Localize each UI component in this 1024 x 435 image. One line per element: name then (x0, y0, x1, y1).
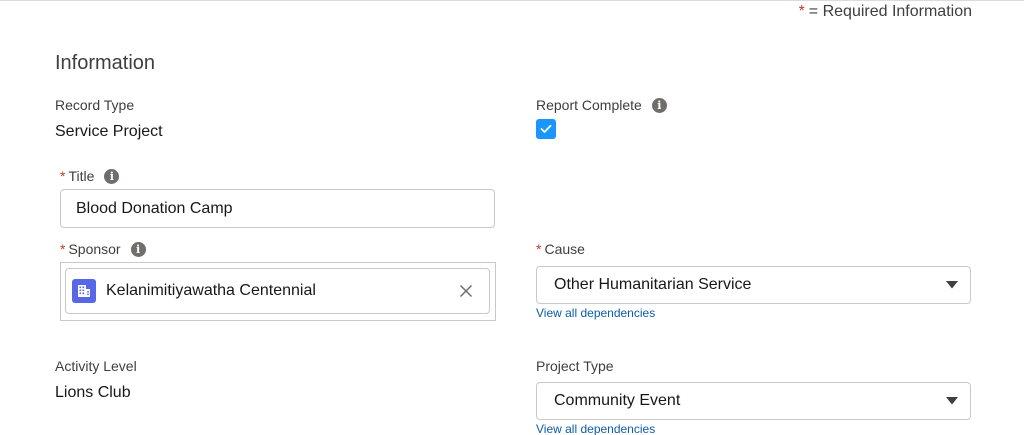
info-icon[interactable]: i (130, 241, 146, 257)
title-label: * Title i (60, 168, 120, 184)
caret-down-icon (946, 395, 958, 407)
cause-selected-value: Other Humanitarian Service (554, 276, 752, 293)
project-type-view-all-dependencies-link[interactable]: View all dependencies (536, 422, 655, 435)
title-label-text: Title (68, 168, 95, 184)
cause-combobox[interactable]: Other Humanitarian Service (536, 266, 971, 304)
project-type-label: Project Type (536, 358, 614, 374)
required-star: * (798, 3, 805, 20)
section-title: Information (55, 52, 156, 74)
record-edit-form: * = Required Information Information Reco… (0, 0, 1024, 435)
record-type-value: Service Project (55, 123, 163, 140)
required-information-text: = Required Information (808, 3, 972, 20)
title-input[interactable] (60, 189, 495, 228)
activity-level-label: Activity Level (55, 358, 137, 374)
sponsor-selected-pill[interactable]: Kelanimitiyawatha Centennial (65, 268, 490, 314)
project-type-selected-value: Community Event (554, 392, 681, 409)
report-complete-checkbox[interactable] (536, 119, 556, 139)
project-type-label-text: Project Type (536, 358, 614, 374)
caret-down-icon (946, 279, 958, 291)
record-type-label-text: Record Type (55, 97, 135, 113)
info-icon[interactable]: i (651, 97, 667, 113)
cause-required-star: * (536, 241, 542, 257)
activity-level-label-text: Activity Level (55, 358, 137, 374)
cause-label: * Cause (536, 241, 585, 257)
sponsor-value: Kelanimitiyawatha Centennial (106, 282, 316, 299)
record-type-label: Record Type (55, 97, 134, 113)
close-icon[interactable] (457, 282, 475, 300)
report-complete-label: Report Complete i (536, 97, 667, 113)
cause-view-all-dependencies-link[interactable]: View all dependencies (536, 306, 655, 320)
required-information-note: * = Required Information (799, 3, 972, 21)
check-icon (540, 124, 552, 133)
sponsor-required-star: * (60, 241, 66, 257)
activity-level-value: Lions Club (55, 384, 131, 401)
sponsor-label: * Sponsor i (60, 241, 146, 257)
cause-label-text: Cause (544, 241, 585, 257)
account-icon (72, 279, 96, 303)
info-icon[interactable]: i (104, 168, 120, 184)
building-icon (78, 285, 90, 297)
sponsor-label-text: Sponsor (68, 241, 121, 257)
project-type-combobox[interactable]: Community Event (536, 382, 971, 420)
report-complete-label-text: Report Complete (536, 97, 642, 113)
title-required-star: * (60, 168, 66, 184)
